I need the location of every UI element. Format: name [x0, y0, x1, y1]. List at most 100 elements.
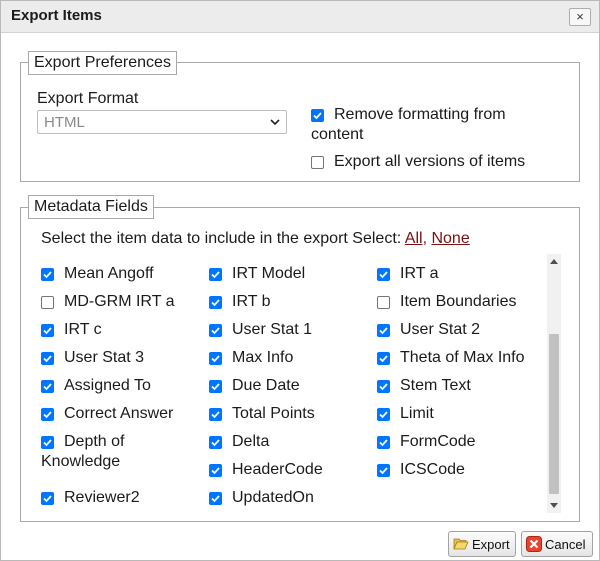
metadata-field-checkbox[interactable]: [41, 324, 54, 337]
check-icon: [211, 327, 220, 335]
remove-formatting-checkbox[interactable]: [311, 109, 324, 122]
export-all-versions-checkbox[interactable]: [311, 156, 324, 169]
metadata-fields-legend: Metadata Fields: [28, 195, 154, 219]
metadata-field-checkbox[interactable]: [41, 296, 54, 309]
check-icon: [211, 467, 220, 475]
chevron-down-icon: [270, 119, 280, 126]
cancel-button[interactable]: Cancel: [521, 531, 593, 557]
metadata-field-label: User Stat 1: [232, 321, 313, 338]
export-button[interactable]: Export: [448, 531, 516, 557]
remove-formatting-label: Remove formatting from: [334, 106, 506, 123]
check-icon: [43, 327, 52, 335]
metadata-field-label: User Stat 2: [400, 321, 481, 338]
check-icon: [211, 271, 220, 279]
check-icon: [379, 467, 388, 475]
scroll-down-icon[interactable]: [550, 503, 558, 508]
metadata-field-checkbox[interactable]: [209, 324, 222, 337]
check-icon: [211, 411, 220, 419]
dialog-titlebar[interactable]: Export Items ×: [1, 1, 599, 33]
metadata-field-label: User Stat 3: [64, 349, 145, 366]
metadata-field-checkbox[interactable]: [41, 352, 54, 365]
check-icon: [313, 112, 322, 120]
cancel-icon: [526, 536, 542, 552]
metadata-field-checkbox[interactable]: [377, 296, 390, 309]
metadata-field-label: Reviewer2: [64, 489, 140, 506]
metadata-field-label: Depth of: [64, 433, 125, 450]
folder-open-icon: [453, 538, 469, 550]
check-icon: [379, 355, 388, 363]
check-icon: [211, 383, 220, 391]
metadata-field-label: Assigned To: [64, 377, 151, 394]
metadata-field-label: Limit: [400, 405, 434, 422]
metadata-field-label: IRT Model: [232, 265, 306, 282]
check-icon: [43, 271, 52, 279]
check-icon: [379, 271, 388, 279]
metadata-instruction: Select the item data to include in the e…: [41, 229, 470, 249]
metadata-field-label: Mean Angoff: [64, 265, 154, 282]
metadata-field-checkbox[interactable]: [209, 408, 222, 421]
metadata-field-checkbox[interactable]: [41, 492, 54, 505]
metadata-field-checkbox[interactable]: [209, 352, 222, 365]
metadata-scrollbar[interactable]: [547, 254, 561, 513]
metadata-fields-list[interactable]: Mean Angoff IRT Model IRT a MD-GRM IRT a IRT…: [37, 254, 565, 514]
check-icon: [43, 495, 52, 503]
metadata-field-checkbox[interactable]: [209, 436, 222, 449]
check-icon: [379, 439, 388, 447]
metadata-field-checkbox[interactable]: [209, 296, 222, 309]
metadata-field-checkbox[interactable]: [209, 268, 222, 281]
metadata-field-checkbox[interactable]: [41, 408, 54, 421]
metadata-field-checkbox[interactable]: [377, 464, 390, 477]
check-icon: [379, 383, 388, 391]
metadata-field-label: ICSCode: [400, 461, 465, 478]
metadata-field-checkbox[interactable]: [209, 464, 222, 477]
check-icon: [379, 327, 388, 335]
metadata-field-checkbox[interactable]: [377, 408, 390, 421]
metadata-field-label: FormCode: [400, 433, 476, 450]
remove-formatting-label-cont: content: [311, 126, 364, 143]
check-icon: [211, 495, 220, 503]
check-icon: [43, 439, 52, 447]
close-button[interactable]: ×: [569, 8, 591, 26]
instruction-text: Select the item data to include in the e…: [41, 230, 402, 247]
metadata-field-checkbox[interactable]: [377, 268, 390, 281]
metadata-field-label: Delta: [232, 433, 270, 450]
metadata-field-label: Total Points: [232, 405, 315, 422]
metadata-field-label: Max Info: [232, 349, 294, 366]
scroll-thumb[interactable]: [549, 334, 559, 494]
metadata-field-label: Item Boundaries: [400, 293, 517, 310]
metadata-field-label: Due Date: [232, 377, 300, 394]
metadata-field-label: Stem Text: [400, 377, 471, 394]
cancel-button-label: Cancel: [545, 537, 586, 552]
metadata-field-checkbox[interactable]: [209, 492, 222, 505]
metadata-field-checkbox[interactable]: [377, 380, 390, 393]
metadata-field-label-cont: Knowledge: [41, 453, 121, 470]
export-items-dialog: Export Items × Export Preferences Export…: [0, 0, 600, 561]
metadata-field-checkbox[interactable]: [41, 380, 54, 393]
export-format-select[interactable]: HTML: [37, 110, 287, 134]
check-icon: [379, 411, 388, 419]
metadata-field-label: IRT b: [232, 293, 271, 310]
scroll-up-icon[interactable]: [550, 259, 558, 264]
metadata-field-checkbox[interactable]: [209, 380, 222, 393]
metadata-field-checkbox[interactable]: [41, 268, 54, 281]
check-icon: [211, 355, 220, 363]
dialog-title: Export Items: [11, 7, 102, 24]
check-icon: [211, 439, 220, 447]
export-button-label: Export: [472, 537, 510, 552]
check-icon: [43, 411, 52, 419]
metadata-field-label: UpdatedOn: [232, 489, 314, 506]
metadata-field-checkbox[interactable]: [41, 436, 54, 449]
metadata-field-checkbox[interactable]: [377, 324, 390, 337]
export-format-value: HTML: [44, 114, 85, 131]
close-icon: ×: [576, 9, 584, 24]
check-icon: [43, 383, 52, 391]
metadata-field-checkbox[interactable]: [377, 436, 390, 449]
check-icon: [211, 299, 220, 307]
metadata-field-label: IRT c: [64, 321, 102, 338]
metadata-field-checkbox[interactable]: [377, 352, 390, 365]
metadata-field-label: Theta of Max Info: [400, 349, 525, 366]
check-icon: [43, 355, 52, 363]
select-all-link[interactable]: All,: [405, 230, 427, 247]
metadata-field-label: Correct Answer: [64, 405, 174, 422]
select-none-link[interactable]: None: [431, 230, 469, 247]
